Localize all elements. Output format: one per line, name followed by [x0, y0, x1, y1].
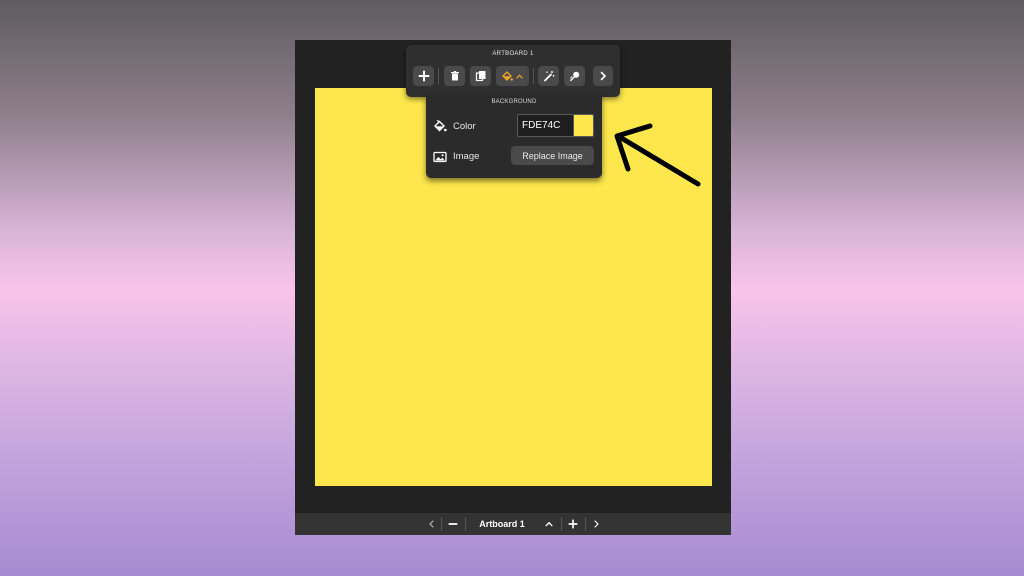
- color-swatch[interactable]: [573, 114, 594, 137]
- magic-brush-icon: [569, 71, 579, 82]
- annotation-arrow-icon: [614, 123, 701, 187]
- toolbar-title: ARTBOARD 1: [492, 51, 534, 57]
- image-icon: [433, 151, 447, 163]
- color-label: Color: [453, 121, 476, 132]
- artboard-menu-button[interactable]: [542, 517, 556, 531]
- panel-title: BACKGROUND: [491, 99, 537, 105]
- previous-artboard-button[interactable]: [425, 517, 437, 531]
- duplicate-artboard-button[interactable]: [470, 66, 491, 86]
- add-artboard-button[interactable]: [413, 66, 434, 86]
- zoom-out-button[interactable]: [445, 517, 461, 531]
- replace-image-button[interactable]: Replace Image: [511, 146, 594, 165]
- paint-bucket-icon: [434, 119, 447, 132]
- chevron-up-icon: [516, 74, 523, 79]
- zoom-in-button[interactable]: [566, 517, 580, 531]
- chevron-right-icon: [593, 520, 599, 528]
- paint-bucket-icon: [502, 71, 513, 81]
- trash-icon: [450, 71, 459, 81]
- artboard-toolbar: ARTBOARD 1: [406, 45, 620, 97]
- magic-wand-button[interactable]: [538, 66, 559, 86]
- color-hex-input[interactable]: FDE74C: [517, 114, 574, 137]
- artboard-name[interactable]: Artboard 1: [469, 516, 535, 532]
- background-panel: BACKGROUND Color FDE74C Image Replace Im…: [426, 94, 602, 178]
- background-button[interactable]: [496, 66, 529, 86]
- next-artboard-button[interactable]: [590, 517, 602, 531]
- image-label: Image: [453, 151, 480, 162]
- magic-wand-icon: [543, 71, 554, 82]
- plus-icon: [568, 519, 578, 529]
- minus-icon: [448, 523, 458, 525]
- more-options-button[interactable]: [593, 66, 613, 86]
- chevron-left-icon: [428, 520, 434, 528]
- magic-brush-button[interactable]: [564, 66, 585, 86]
- chevron-up-icon: [545, 521, 553, 527]
- bottom-bar: Artboard 1: [295, 513, 731, 535]
- chevron-right-icon: [600, 71, 607, 81]
- delete-artboard-button[interactable]: [444, 66, 465, 86]
- duplicate-icon: [475, 71, 485, 82]
- plus-icon: [418, 70, 429, 82]
